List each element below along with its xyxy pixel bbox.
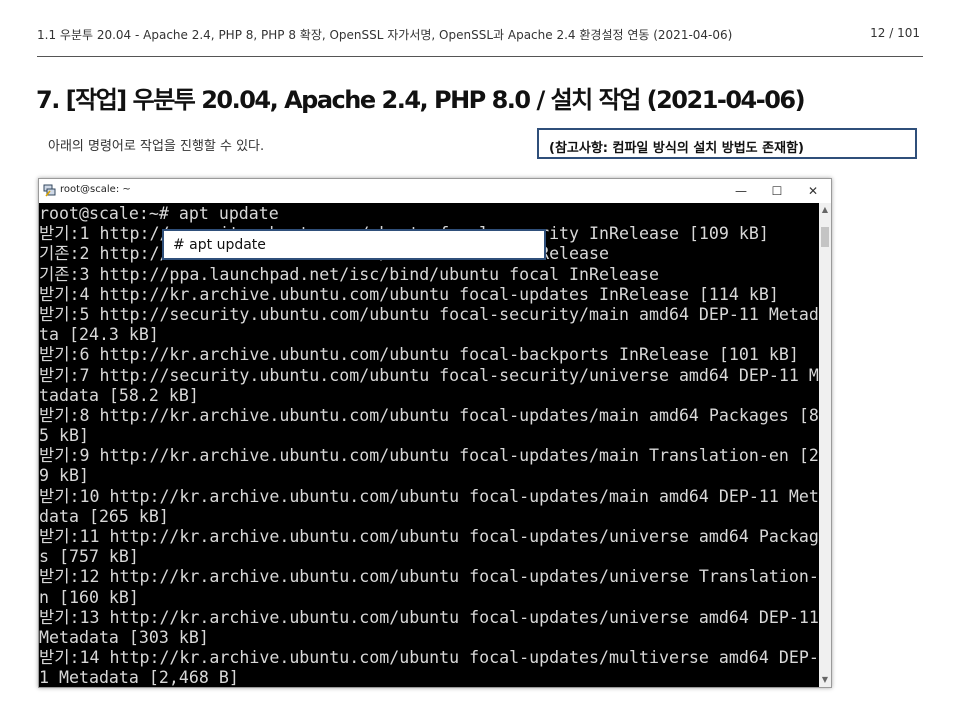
terminal-line: 받기:7 http://security.ubuntu.com/ubuntu f… bbox=[39, 365, 819, 385]
page-number: 12 / 101 bbox=[870, 26, 920, 40]
terminal-line: tadata [58.2 kB] bbox=[39, 385, 199, 405]
terminal-line: 받기:13 http://kr.archive.ubuntu.com/ubunt… bbox=[39, 607, 819, 627]
terminal-titlebar[interactable]: root@scale: ~ — ☐ ✕ bbox=[39, 179, 831, 204]
terminal-line: root@scale:~# apt update bbox=[39, 204, 279, 223]
terminal-line: 받기:8 http://kr.archive.ubuntu.com/ubuntu… bbox=[39, 405, 819, 425]
terminal-output[interactable]: root@scale:~# apt update 받기:1 http://sec… bbox=[39, 203, 819, 687]
terminal-line: 받기:14 http://kr.archive.ubuntu.com/ubunt… bbox=[39, 648, 819, 668]
terminal-line: ta [24.3 kB] bbox=[39, 325, 159, 345]
putty-icon bbox=[43, 184, 56, 197]
terminal-lines: root@scale:~# apt update 받기:1 http://sec… bbox=[39, 203, 819, 687]
maximize-button[interactable]: ☐ bbox=[759, 179, 795, 203]
command-callout: # apt update bbox=[162, 229, 546, 260]
terminal-line: 받기:10 http://kr.archive.ubuntu.com/ubunt… bbox=[39, 486, 819, 506]
scrollbar-thumb[interactable] bbox=[821, 227, 829, 247]
terminal-line: 받기:12 http://kr.archive.ubuntu.com/ubunt… bbox=[39, 567, 819, 587]
terminal-scrollbar[interactable]: ▲ ▼ bbox=[819, 203, 831, 687]
window-title: root@scale: ~ bbox=[60, 184, 131, 195]
terminal-line: 받기:5 http://security.ubuntu.com/ubuntu f… bbox=[39, 304, 819, 324]
terminal-line: 5 kB] bbox=[39, 426, 89, 446]
terminal-line: 받기:4 http://kr.archive.ubuntu.com/ubuntu… bbox=[39, 284, 779, 304]
running-header: 1.1 우분투 20.04 - Apache 2.4, PHP 8, PHP 8… bbox=[37, 28, 733, 42]
terminal-line: 받기:11 http://kr.archive.ubuntu.com/ubunt… bbox=[39, 527, 819, 546]
terminal-line: Metadata [303 kB] bbox=[39, 627, 209, 647]
minimize-button[interactable]: — bbox=[723, 179, 759, 203]
reference-note-box: (참고사항: 컴파일 방식의 설치 방법도 존재함) bbox=[537, 128, 917, 159]
close-button[interactable]: ✕ bbox=[795, 179, 831, 203]
terminal-line: 받기:6 http://kr.archive.ubuntu.com/ubuntu… bbox=[39, 345, 799, 365]
terminal-line: 9 kB] bbox=[39, 466, 89, 486]
intro-text: 아래의 명령어로 작업을 진행할 수 있다. bbox=[48, 139, 265, 154]
terminal-line: 1 Metadata [2,468 B] bbox=[39, 668, 239, 687]
terminal-line: data [265 kB] bbox=[39, 506, 169, 526]
scroll-down-icon[interactable]: ▼ bbox=[819, 673, 831, 687]
terminal-line: 받기:9 http://kr.archive.ubuntu.com/ubuntu… bbox=[39, 446, 819, 466]
terminal-line: 기존:3 http://ppa.launchpad.net/isc/bind/u… bbox=[39, 264, 659, 284]
header-divider bbox=[37, 56, 923, 57]
terminal-line: n [160 kB] bbox=[39, 587, 139, 607]
scroll-up-icon[interactable]: ▲ bbox=[819, 203, 831, 217]
terminal-line: s [757 kB] bbox=[39, 547, 139, 567]
slide-title: 7. [작업] 우분투 20.04, Apache 2.4, PHP 8.0 /… bbox=[36, 86, 806, 114]
